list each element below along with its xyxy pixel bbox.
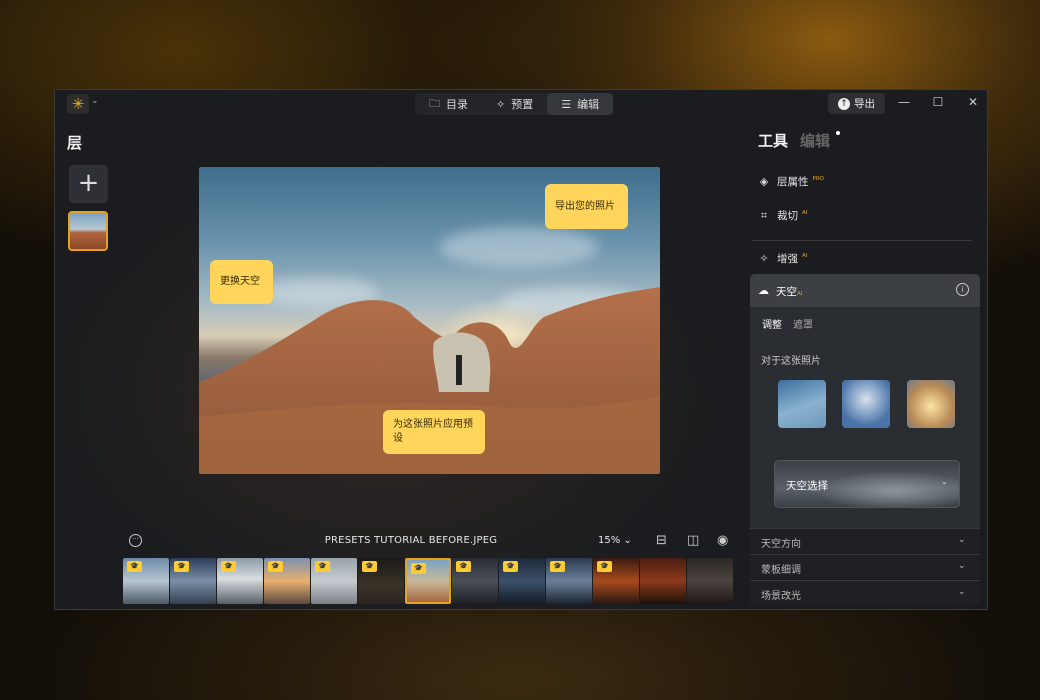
crop-icon: ⌗ [760,208,768,222]
filmstrip-thumbnail[interactable]: 🎓 [405,558,451,604]
filmstrip-thumbnail[interactable]: 🎓 [358,558,404,604]
add-layer-button[interactable]: + [69,165,108,203]
app-logo-icon[interactable]: ✳ [67,94,89,114]
tab-edit[interactable]: ☰ 编辑 [547,93,614,115]
tool-label: 裁切 [777,210,798,222]
zoom-value: 15% [598,535,621,546]
accordion-mask-refine[interactable]: 蒙板细调 ⌄ [750,554,980,579]
info-icon[interactable]: i [956,283,969,296]
chevron-down-icon: ⌄ [958,535,966,545]
preset-badge-icon: 🎓 [268,561,283,572]
sky-preset-1[interactable] [778,380,826,428]
filmstrip-thumbnail[interactable]: 🎓 [311,558,357,604]
sparkle-icon: ✧ [496,97,506,111]
preset-badge-icon: 🎓 [456,561,471,572]
sky-select-label: 天空选择 [786,480,828,492]
accordion-sky-direction[interactable]: 天空方向 ⌄ [750,528,980,553]
chevron-down-icon: ⌄ [623,535,632,546]
layers-title: 层 [67,134,83,152]
filmstrip-thumbnail[interactable] [687,558,733,604]
sky-select-section: 天空选择 ⌄ [750,447,980,528]
ai-badge: AI [802,252,808,259]
filmstrip-thumbnail[interactable]: 🎓 [499,558,545,604]
tools-tab[interactable]: 工具 [758,130,788,151]
sliders-icon: ☰ [561,97,572,111]
ai-badge: AI [802,209,808,216]
filmstrip-thumbnail[interactable]: 🎓 [217,558,263,604]
preset-badge-icon: 🎓 [597,561,612,572]
tab-label: 编辑 [577,98,600,111]
tab-presets[interactable]: ✧ 预置 [482,93,547,115]
chevron-down-icon: ⌄ [958,587,966,597]
callout-apply-preset: 为这张照片应用预设 [383,410,485,454]
tab-catalog[interactable]: 🗀 目录 [415,93,482,115]
filmstrip-thumbnail[interactable]: 🎓 [264,558,310,604]
edit-tab[interactable]: 编辑 [800,130,830,151]
divider [752,240,972,241]
callout-replace-sky: 更换天空 [210,260,273,304]
chevron-down-icon: ⌄ [941,477,948,486]
preset-badge-icon: 🎓 [221,561,236,572]
layer-thumbnail[interactable] [68,211,108,251]
filmstrip-thumbnail[interactable]: 🎓 [452,558,498,604]
callout-export-photo: 导出您的照片 [545,184,628,229]
sky-preset-2[interactable] [842,380,890,428]
accordion-relight[interactable]: 场景改光 ⌄ [750,580,980,605]
filmstrip: 🎓 🎓 🎓 🎓 🎓 🎓 🎓 🎓 🎓 🎓 🎓 [123,558,751,605]
preset-badge-icon: 🎓 [550,561,565,572]
preset-badge-icon: 🎓 [503,561,518,572]
notification-dot [836,131,840,135]
folder-icon: 🗀 [429,96,440,110]
photo-canvas[interactable]: 更换天空 导出您的照片 为这张照片应用预设 [199,167,660,474]
preset-badge-icon: 🎓 [315,561,330,572]
preset-badge-icon: 🎓 [411,563,426,574]
tool-enhance[interactable]: ✧ 增强 AI [758,251,807,266]
right-panel: 工具 编辑 ◈ 层属性 PRO ⌗ 裁切 AI ✧ 增强 AI ☁ 天空AI i… [750,90,987,609]
filmstrip-thumbnail[interactable] [640,558,686,604]
bottom-toolbar: ··· PRESETS TUTORIAL BEFORE.JPEG 15% ⌄ ⊟… [125,530,745,552]
filmstrip-thumbnail[interactable]: 🎓 [123,558,169,604]
filmstrip-thumbnail[interactable]: 🎓 [170,558,216,604]
chevron-down-icon: ⌄ [958,561,966,571]
sky-tool-header[interactable]: ☁ 天空AI i [750,274,980,307]
cloud-icon: ☁ [758,284,769,297]
tab-label: 目录 [446,98,468,111]
preset-badge-icon: 🎓 [362,561,377,572]
pro-badge: PRO [812,175,824,182]
subtab-mask[interactable]: 遮罩 [793,316,813,331]
tab-label: 预置 [511,98,534,111]
preset-badge-icon: 🎓 [127,561,142,572]
main-nav: 🗀 目录 ✧ 预置 ☰ 编辑 [415,93,614,115]
for-this-photo-label: 对于这张照片 [761,356,821,367]
sky-preset-3[interactable] [907,380,955,428]
layers-icon: ◈ [759,175,769,188]
zoom-selector[interactable]: 15% ⌄ [598,535,632,546]
accordion-label: 蒙板细调 [761,565,801,576]
sky-tool-card: ☁ 天空AI i 调整 遮罩 对于这张照片 [750,274,980,447]
sky-title: 天空AI [776,286,803,298]
tool-layer-properties[interactable]: ◈ 层属性 PRO [758,174,824,189]
ai-badge: AI [797,291,803,297]
subtab-adjust[interactable]: 调整 [762,316,782,331]
accordion-label: 天空方向 [761,539,801,550]
tool-crop[interactable]: ⌗ 裁切 AI [758,208,808,223]
filmstrip-thumbnail[interactable]: 🎓 [546,558,592,604]
sky-select-dropdown[interactable]: 天空选择 ⌄ [774,460,960,508]
sparkle-icon: ✧ [759,252,769,265]
chevron-down-icon[interactable]: ⌄ [91,96,99,106]
display-icon[interactable]: ⊟ [656,533,667,548]
compare-icon[interactable]: ◫ [687,533,699,548]
tool-label: 增强 [777,253,798,265]
app-window: ✳ ⌄ 🗀 目录 ✧ 预置 ☰ 编辑 ↑ 导出 — ☐ ✕ 层 + 更换天空 导… [54,89,988,610]
accordion-label: 场景改光 [761,591,801,602]
tool-label: 层属性 [777,176,809,188]
preset-badge-icon: 🎓 [174,561,189,572]
filmstrip-thumbnail[interactable]: 🎓 [593,558,639,604]
eye-icon[interactable]: ◉ [717,533,728,548]
